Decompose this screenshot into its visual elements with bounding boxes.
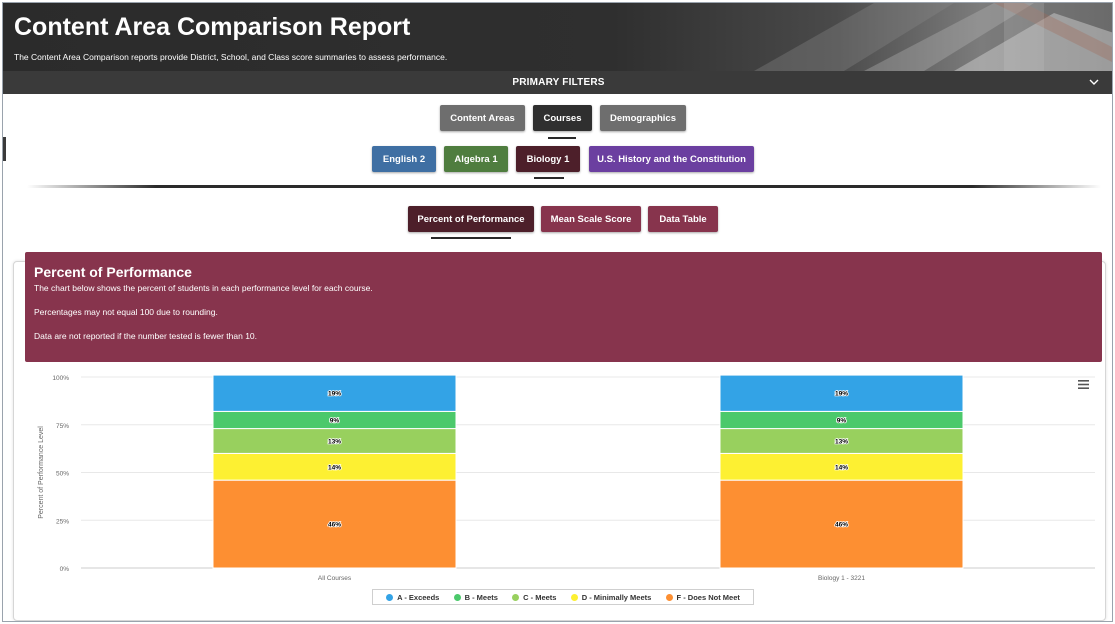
info-panel: Percent of Performance The chart below s…: [25, 252, 1102, 362]
section-divider: [27, 185, 1101, 188]
tab-content-areas[interactable]: Content Areas: [440, 105, 525, 131]
report-header: Content Area Comparison Report The Conte…: [3, 3, 1112, 71]
legend-label: B - Meets: [464, 592, 498, 602]
legend-item[interactable]: D - Minimally Meets: [570, 592, 652, 602]
tab-demographics[interactable]: Demographics: [600, 105, 686, 131]
view-mean-scale-score-button[interactable]: Mean Scale Score: [541, 206, 641, 232]
info-title: Percent of Performance: [34, 264, 192, 280]
app-frame: Content Area Comparison Report The Conte…: [2, 2, 1113, 622]
window-edge-marker: [3, 137, 6, 161]
legend-dot-icon: [453, 593, 461, 601]
view-selected-indicator: [431, 237, 511, 239]
tab-courses[interactable]: Courses: [533, 105, 592, 131]
legend-item[interactable]: A - Exceeds: [386, 593, 439, 602]
info-text-3: Data are not reported if the number test…: [34, 331, 258, 341]
course-english-2-button[interactable]: English 2: [372, 146, 436, 172]
header-background-image: [754, 3, 1112, 71]
course-us-history-button[interactable]: U.S. History and the Constitution: [589, 146, 754, 172]
primary-filters-bar[interactable]: PRIMARY FILTERS: [3, 71, 1112, 94]
legend-item[interactable]: C - Meets: [512, 593, 556, 602]
course-algebra-1-button[interactable]: Algebra 1: [444, 146, 508, 172]
legend-dot-icon: [665, 593, 673, 601]
legend-dot-icon: [512, 593, 520, 601]
view-data-table-button[interactable]: Data Table: [648, 206, 718, 232]
course-selected-indicator: [534, 177, 564, 179]
page-subtitle: The Content Area Comparison reports prov…: [14, 52, 448, 62]
course-biology-1-button[interactable]: Biology 1: [516, 146, 580, 172]
chart-legend: A - Exceeds B - Meets C - Meets D - Minimal…: [372, 589, 754, 605]
legend-label: F - Does Not Meet: [676, 592, 740, 602]
legend-label: A - Exceeds: [397, 592, 440, 602]
legend-label: D - Minimally Meets: [581, 592, 652, 602]
legend-dot-icon: [386, 593, 394, 601]
tab-courses-selected-indicator: [548, 137, 576, 139]
hamburger-menu-icon[interactable]: [1078, 380, 1089, 389]
primary-filters-title: PRIMARY FILTERS: [512, 77, 605, 88]
legend-label: C - Meets: [523, 592, 557, 602]
chevron-down-icon[interactable]: [1088, 76, 1100, 88]
page-title: Content Area Comparison Report: [14, 13, 411, 41]
info-text-1: The chart below shows the percent of stu…: [34, 283, 373, 293]
legend-item[interactable]: F - Does Not Meet: [665, 592, 740, 602]
info-text-2: Percentages may not equal 100 due to rou…: [34, 307, 218, 317]
view-percent-of-performance-button[interactable]: Percent of Performance: [408, 206, 534, 232]
legend-item[interactable]: B - Meets: [453, 592, 498, 602]
legend-dot-icon: [570, 593, 578, 601]
